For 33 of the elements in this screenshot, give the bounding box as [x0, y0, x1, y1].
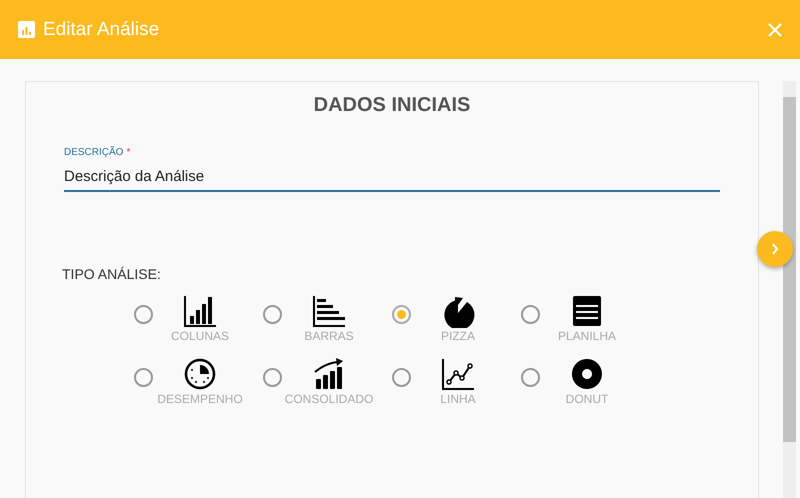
radio-button[interactable] — [134, 305, 153, 324]
chevron-right-icon — [771, 243, 779, 255]
radio-button[interactable] — [521, 368, 540, 387]
type-label: TIPO ANÁLISE: — [62, 266, 162, 282]
scrollbar[interactable] — [783, 81, 796, 498]
gauge-icon — [183, 357, 217, 391]
option-label: COLUNAS — [170, 329, 229, 343]
option-label: PLANILHA — [558, 329, 616, 343]
required-mark: * — [126, 147, 130, 158]
section-title: DADOS INICIAIS — [312, 94, 472, 117]
option-label: CONSOLIDADO — [284, 392, 374, 406]
radio-button[interactable] — [392, 368, 411, 387]
radio-button[interactable] — [263, 305, 282, 324]
close-icon — [768, 22, 782, 36]
option-label: PIZZA — [440, 329, 475, 343]
option-label: DONUT — [566, 392, 608, 406]
radio-button[interactable] — [263, 368, 282, 387]
field-label: DESCRIÇÃO — [64, 147, 124, 158]
column-chart-icon — [183, 294, 217, 328]
option-label: DESEMPENHO — [157, 392, 243, 406]
donut-chart-icon — [570, 357, 604, 391]
close-button[interactable] — [768, 22, 782, 36]
radio-button[interactable] — [392, 305, 411, 324]
radio-button[interactable] — [521, 305, 540, 324]
option-label: BARRAS — [304, 329, 354, 343]
chart-icon — [18, 21, 35, 38]
line-chart-icon — [441, 357, 475, 391]
dialog-title: Editar Análise — [43, 18, 160, 40]
description-field[interactable]: DESCRIÇÃO * Descrição da Análise — [64, 147, 720, 192]
bar-chart-icon — [312, 294, 346, 328]
radio-button[interactable] — [134, 368, 153, 387]
option-label: LINHA — [440, 392, 476, 406]
table-icon — [570, 294, 604, 328]
